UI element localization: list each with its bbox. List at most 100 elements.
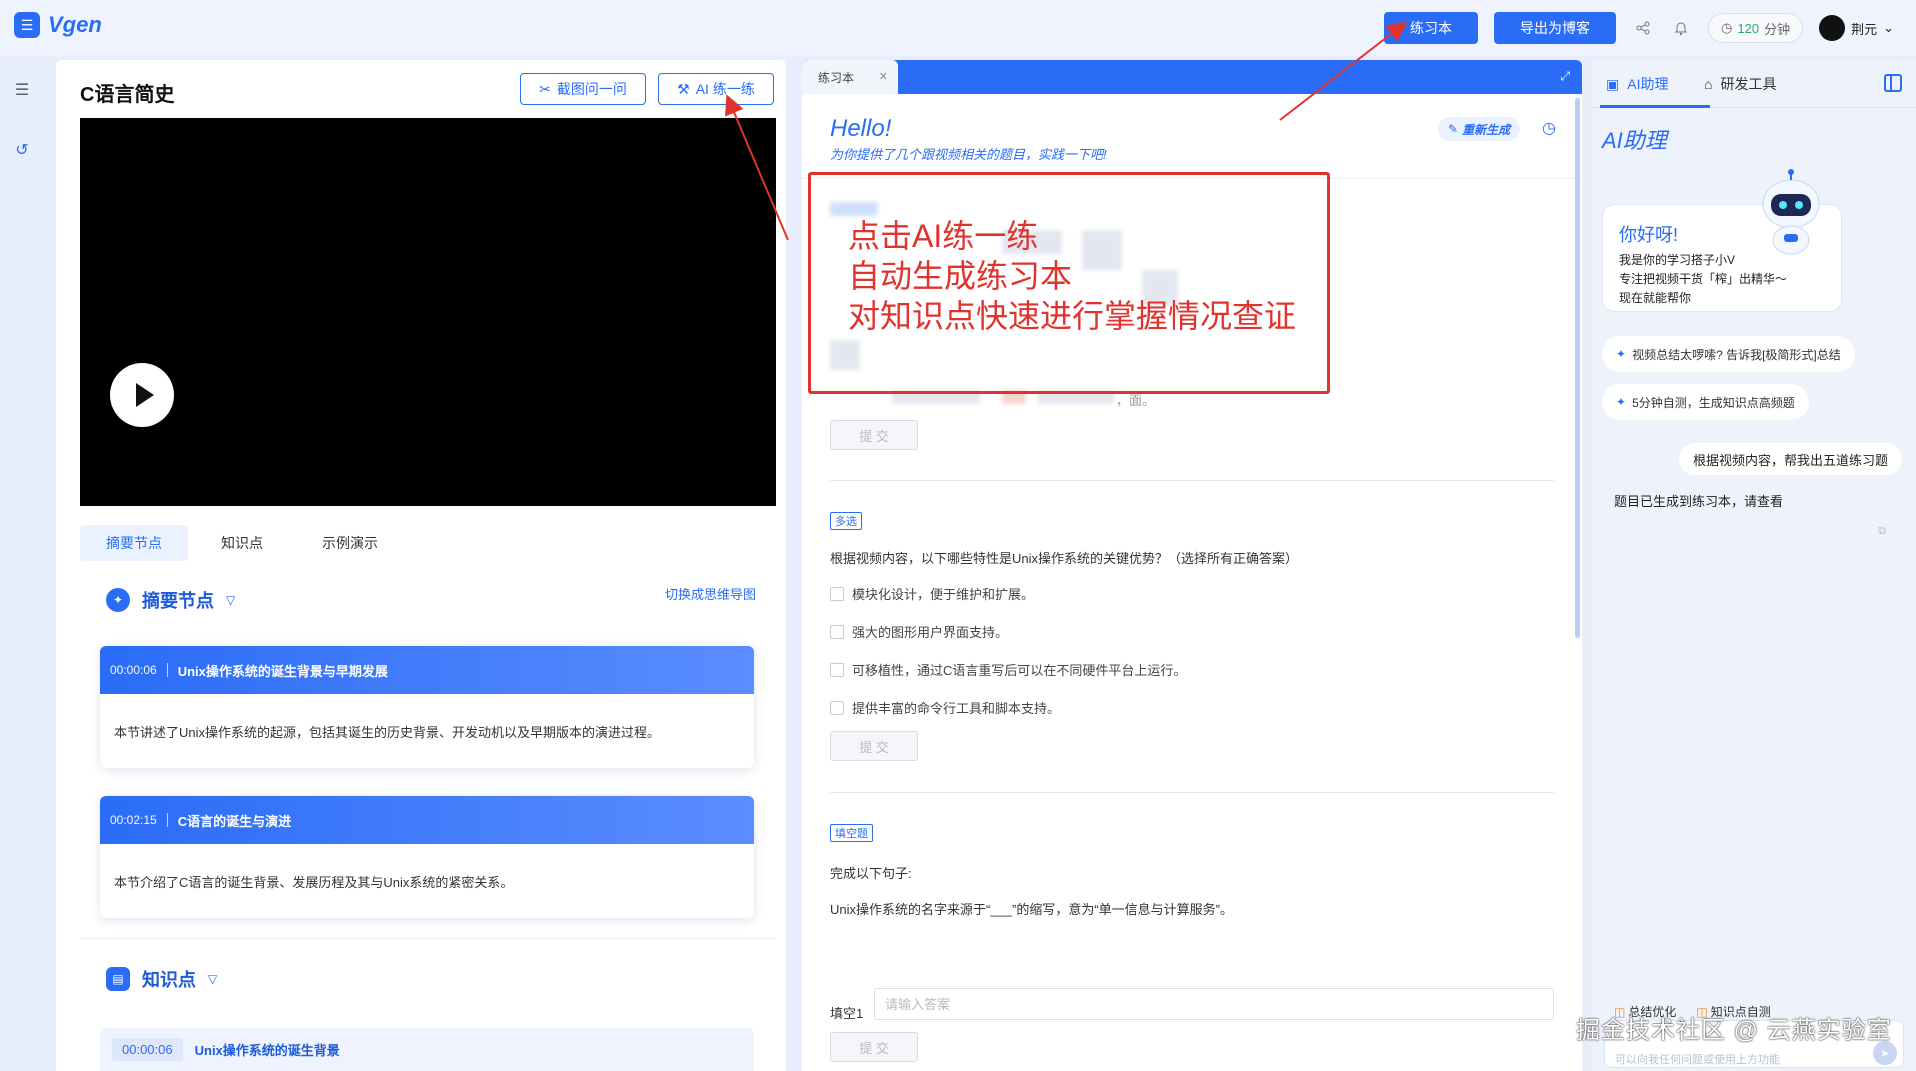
answer-input[interactable] bbox=[874, 988, 1554, 1020]
option-checkbox[interactable]: 可移植性，通过C语言重写后可以在不同硬件平台上运行。 bbox=[830, 660, 1186, 679]
robot-mascot-icon bbox=[1762, 169, 1820, 255]
question-text: 根据视频内容，以下哪些特性是Unix操作系统的关键优势？（选择所有正确答案） bbox=[830, 551, 1299, 566]
practice-tabbar: 练习本 ✕ ⤢ bbox=[802, 60, 1582, 94]
assistant-message: 题目已生成到练习本，请查看 bbox=[1614, 494, 1784, 509]
card-time: 00:00:06 bbox=[110, 663, 168, 677]
quick-action-chip[interactable]: ✦ 视频总结太啰嗦? 告诉我[极简形式]总结 bbox=[1602, 336, 1855, 372]
user-name: 荆元 bbox=[1851, 21, 1878, 37]
scissors-icon: ✂ bbox=[539, 80, 551, 97]
regenerate-label: 重新生成 bbox=[1462, 122, 1511, 137]
avatar bbox=[1819, 15, 1846, 41]
video-player[interactable] bbox=[80, 118, 776, 506]
option-checkbox[interactable]: 提供丰富的命令行工具和脚本支持。 bbox=[830, 698, 1060, 717]
menu-list-icon[interactable]: ☰ bbox=[12, 80, 32, 100]
option-label: 可移植性，通过C语言重写后可以在不同硬件平台上运行。 bbox=[852, 663, 1187, 678]
checkbox[interactable] bbox=[830, 586, 844, 601]
clock-icon: ◷ bbox=[1721, 20, 1733, 35]
summary-card[interactable]: 00:00:06 Unix操作系统的诞生背景与早期发展 本节讲述了Unix操作系… bbox=[100, 646, 754, 768]
time-value: 120 bbox=[1737, 20, 1760, 36]
greeting-line: 专注把视频干货「榨」出精华～ bbox=[1619, 272, 1788, 286]
hello-heading: Hello! bbox=[830, 115, 892, 142]
annotation-line: 自动生成练习本 bbox=[848, 258, 1073, 294]
watermark: 掘金技术社区 @ 云燕实验室 bbox=[1576, 1017, 1892, 1044]
option-label: 提供丰富的命令行工具和脚本支持。 bbox=[852, 701, 1061, 716]
knowledge-item[interactable]: 00:00:06 Unix操作系统的诞生背景 bbox=[100, 1028, 754, 1071]
regenerate-button[interactable]: ✎ 重新生成 bbox=[1438, 117, 1521, 141]
quick-action-chip[interactable]: ✦ 5分钟自测，生成知识点高频题 bbox=[1602, 384, 1809, 420]
card-time: 00:02:15 bbox=[110, 813, 168, 827]
tab-knowledge[interactable]: 知识点 bbox=[188, 525, 296, 561]
history-icon[interactable]: ↺ bbox=[12, 140, 32, 160]
divider bbox=[830, 480, 1554, 481]
greeting-line: 我是你的学习搭子小V bbox=[1619, 253, 1736, 267]
copy-icon[interactable]: ⧉ bbox=[1878, 525, 1886, 538]
chip-label: 视频总结太啰嗦? 告诉我[极简形式]总结 bbox=[1632, 347, 1841, 362]
hello-subtitle: 为你提供了几个跟视频相关的题目，实践一下吧! bbox=[830, 147, 1107, 162]
summary-section-header[interactable]: ✦ 摘要节点 ▽ bbox=[106, 587, 235, 613]
sparkle-icon: ✦ bbox=[1616, 395, 1627, 409]
annotation-line: 点击AI练一练 bbox=[848, 218, 1039, 254]
chevron-down-icon: ⌄ bbox=[1883, 20, 1894, 35]
user-message: 根据视频内容，帮我出五道练习题 bbox=[1678, 443, 1902, 475]
toolbox-icon: ⌂ bbox=[1704, 76, 1713, 92]
knowledge-title: 知识点 bbox=[142, 970, 196, 990]
knowledge-section-header[interactable]: ▤ 知识点 ▽ bbox=[106, 966, 217, 992]
fill-label: 填空1 bbox=[830, 1006, 864, 1021]
logo-icon: ☰ bbox=[14, 12, 40, 38]
active-tab-underline bbox=[1600, 105, 1710, 108]
assistant-title: AI助理 bbox=[1602, 128, 1667, 153]
tab-dev-tools[interactable]: ⌂ 研发工具 bbox=[1704, 74, 1776, 94]
switch-mindmap-link[interactable]: 切换成思维导图 bbox=[665, 584, 756, 603]
bell-icon[interactable] bbox=[1670, 17, 1692, 39]
option-checkbox[interactable]: 模块化设计，便于维护和扩展。 bbox=[830, 584, 1034, 603]
checkbox[interactable] bbox=[830, 700, 844, 715]
knowledge-item-title: Unix操作系统的诞生背景 bbox=[194, 1043, 340, 1058]
submit-button[interactable]: 提 交 bbox=[830, 731, 918, 761]
tab-dev-label: 研发工具 bbox=[1720, 76, 1777, 92]
fill-blank-tag: 填空题 bbox=[830, 824, 873, 842]
book-icon: ▤ bbox=[106, 967, 130, 991]
practice-book-button[interactable]: 练习本 bbox=[1384, 12, 1479, 44]
play-icon[interactable] bbox=[110, 363, 174, 427]
tab-ai-assistant[interactable]: ▣ AI助理 bbox=[1606, 74, 1668, 94]
history-icon[interactable]: ◷ bbox=[1542, 118, 1556, 138]
summary-title: 摘要节点 bbox=[142, 591, 214, 611]
sidebar-toggle-icon[interactable] bbox=[1884, 74, 1902, 92]
left-rail: ☰ ↺ bbox=[0, 56, 44, 1071]
submit-button[interactable]: 提 交 bbox=[830, 1032, 918, 1062]
question-prompt: 完成以下句子: bbox=[830, 866, 912, 881]
multi-select-tag: 多选 bbox=[830, 512, 862, 530]
summary-card[interactable]: 00:02:15 C语言的诞生与演进 本节介绍了C语言的诞生背景、发展历程及其与… bbox=[100, 796, 754, 918]
content-tabs: 摘要节点 知识点 示例演示 bbox=[80, 525, 404, 561]
screenshot-ask-button[interactable]: ✂ 截图问一问 bbox=[520, 73, 646, 105]
tab-summary[interactable]: 摘要节点 bbox=[80, 525, 188, 561]
tab-practice-book[interactable]: 练习本 ✕ bbox=[802, 60, 898, 94]
option-checkbox[interactable]: 强大的图形用户界面支持。 bbox=[830, 622, 1008, 641]
question-sentence: Unix操作系统的名字来源于“___”的缩写，意为“单一信息与计算服务”。 bbox=[830, 902, 1234, 917]
checkbox[interactable] bbox=[830, 624, 844, 639]
remaining-time-badge[interactable]: ◷ 120 分钟 bbox=[1708, 13, 1804, 43]
chat-input-placeholder: 可以向我任何问题或使用上方功能 bbox=[1615, 1054, 1780, 1066]
checkbox[interactable] bbox=[830, 662, 844, 677]
user-menu[interactable]: 荆元 ⌄ bbox=[1819, 15, 1894, 41]
chevron-down-icon: ▽ bbox=[226, 593, 236, 607]
submit-button[interactable]: 提 交 bbox=[830, 420, 918, 450]
ai-practice-button[interactable]: ⚒ AI 练一练 bbox=[658, 73, 774, 105]
option-label: 强大的图形用户界面支持。 bbox=[852, 625, 1009, 640]
expand-icon[interactable]: ⤢ bbox=[1560, 69, 1570, 84]
share-icon[interactable] bbox=[1632, 17, 1654, 39]
app-logo[interactable]: ☰ Vgen bbox=[14, 12, 102, 38]
app-name: Vgen bbox=[48, 12, 102, 37]
card-body: 本节讲述了Unix操作系统的起源，包括其诞生的历史背景、开发动机以及早期版本的演… bbox=[114, 725, 661, 740]
close-icon[interactable]: ✕ bbox=[879, 70, 888, 83]
card-body: 本节介绍了C语言的诞生背景、发展历程及其与Unix系统的紧密关系。 bbox=[114, 875, 514, 890]
tab-practice-book-label: 练习本 bbox=[818, 70, 855, 85]
scrollbar[interactable] bbox=[1575, 98, 1580, 638]
tab-demo[interactable]: 示例演示 bbox=[296, 525, 404, 561]
summary-icon: ✦ bbox=[106, 588, 130, 612]
annotation-line: 对知识点快速进行掌握情况查证 bbox=[848, 298, 1297, 334]
video-panel: C语言简史 ✂ 截图问一问 ⚒ AI 练一练 摘要节点 知识点 示例演示 ✦ 摘… bbox=[56, 60, 786, 1071]
greeting-line: 现在就能帮你 bbox=[1619, 291, 1692, 305]
export-blog-button[interactable]: 导出为博客 bbox=[1494, 12, 1617, 44]
sparkle-icon: ✦ bbox=[1616, 347, 1627, 361]
